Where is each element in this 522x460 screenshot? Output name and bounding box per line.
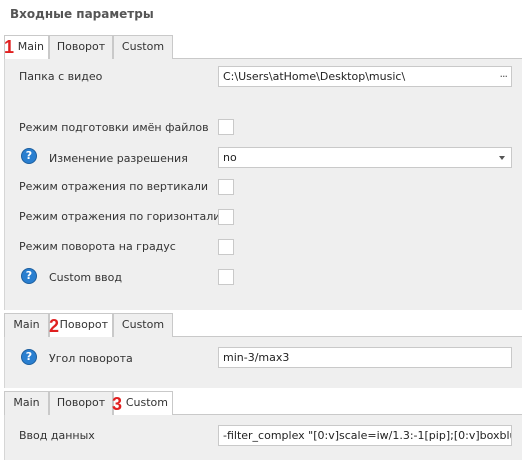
flip-horizontal-checkbox[interactable] — [218, 209, 234, 225]
tabstrip-rotation: Main Поворот Custom — [4, 313, 522, 338]
tab-rotation[interactable]: Поворот — [49, 35, 113, 59]
rotation-tab-panel: ? Угол поворота min-3/max3 — [4, 337, 522, 388]
rotate-degree-checkbox[interactable] — [218, 239, 234, 255]
tab-main-label: Main — [17, 40, 44, 53]
resolution-help-icon[interactable]: ? — [21, 148, 37, 164]
rotation-angle-input[interactable]: min-3/max3 — [218, 347, 512, 368]
tab-custom-label: Custom — [121, 40, 165, 53]
custom-input-checkbox[interactable] — [218, 269, 234, 285]
step-marker-2: 2 — [49, 316, 60, 336]
tab-rotation-label: Поворот — [56, 396, 106, 409]
step-marker-1: 1 — [4, 37, 15, 57]
main-tab-panel: Папка с видео C:\Users\atHome\Desktop\mu… — [4, 59, 522, 310]
tab-custom[interactable]: Custom — [113, 35, 173, 59]
tab-main-label: Main — [13, 318, 40, 331]
custom-tab-panel: Ввод данных -filter_complex "[0:v]scale=… — [4, 415, 522, 460]
rotation-angle-label: Угол поворота — [49, 352, 133, 365]
rotation-angle-value: min-3/max3 — [223, 351, 290, 364]
resolution-change-value: no — [223, 151, 237, 164]
flip-vertical-checkbox[interactable] — [218, 179, 234, 195]
rotate-degree-label: Режим поворота на градус — [19, 240, 176, 253]
flip-vertical-label: Режим отражения по вертикали — [19, 180, 209, 193]
browse-button[interactable]: ··· — [500, 67, 508, 86]
tab-main[interactable]: Main — [4, 391, 49, 415]
custom-input-label: Custom ввод — [49, 271, 122, 284]
rotation-angle-help-icon[interactable]: ? — [21, 349, 37, 365]
custom-input-help-icon[interactable]: ? — [21, 268, 37, 284]
filename-prep-label: Режим подготовки имён файлов — [19, 121, 209, 134]
video-folder-input[interactable]: C:\Users\atHome\Desktop\music\ ··· — [218, 66, 512, 87]
resolution-change-select[interactable]: no — [218, 147, 512, 168]
tab-rotation[interactable]: Поворот — [49, 391, 113, 415]
data-input-value: -filter_complex "[0:v]scale=iw/1.3:-1[pi… — [223, 429, 511, 442]
data-input-label: Ввод данных — [19, 429, 95, 442]
filename-prep-checkbox[interactable] — [218, 119, 234, 135]
step-marker-3: 3 — [112, 394, 123, 414]
tabstrip-custom: Main Поворот Custom — [4, 391, 522, 416]
tab-custom-label: Custom — [121, 318, 165, 331]
chevron-down-icon — [499, 156, 505, 160]
data-input-field[interactable]: -filter_complex "[0:v]scale=iw/1.3:-1[pi… — [218, 425, 512, 446]
flip-horizontal-label: Режим отражения по горизонтали — [19, 210, 221, 223]
resolution-change-label: Изменение разрешения — [49, 152, 188, 165]
panel-title: Входные параметры — [10, 7, 154, 21]
video-folder-value: C:\Users\atHome\Desktop\music\ — [223, 70, 406, 83]
tab-main-label: Main — [13, 396, 40, 409]
panel-header: Входные параметры — [0, 0, 522, 30]
tabstrip-main: Main Поворот Custom — [4, 35, 522, 60]
tab-rotation-label: Поворот — [56, 40, 106, 53]
tab-custom[interactable]: Custom — [113, 313, 173, 337]
tab-rotation-label: Поворот — [59, 318, 108, 331]
video-folder-label: Папка с видео — [19, 70, 103, 83]
tab-main[interactable]: Main — [4, 313, 49, 337]
tab-custom-label: Custom — [125, 396, 168, 409]
